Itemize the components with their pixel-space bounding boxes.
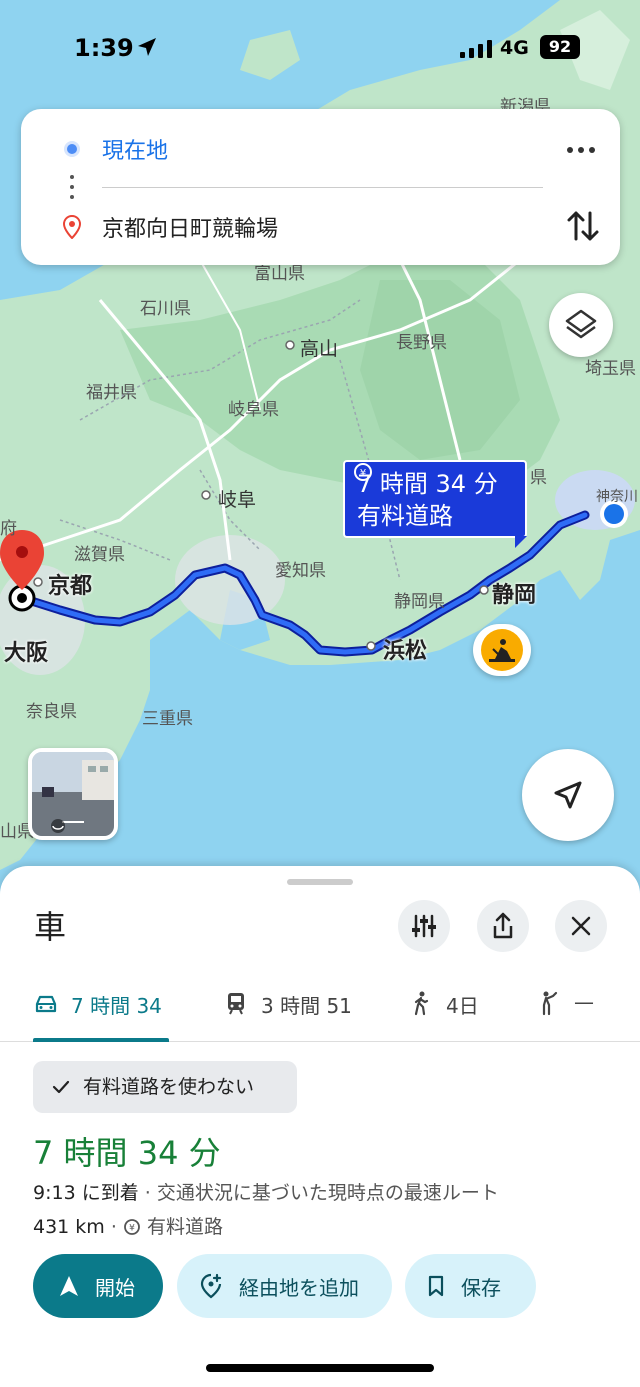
train-icon [228,993,244,1015]
car-icon [35,995,57,1013]
destination-field[interactable]: 京都向日町競輪場 [102,211,278,243]
travel-mode-tabs: 7 時間 34 3 時間 51 4日 — [0,976,640,1042]
share-icon [493,912,513,939]
save-button[interactable]: 保存 [405,1254,536,1318]
close-button[interactable] [555,900,607,952]
navigation-arrow-icon [554,781,582,809]
city-label-shizuoka: 静岡 [492,583,537,608]
save-label: 保存 [461,1275,501,1300]
map-label: 三重県 [142,709,193,729]
divider [102,187,543,188]
avoid-tolls-chip[interactable]: 有料道路を使わない [33,1061,297,1113]
callout-time: 7 時間 34 分 [357,470,498,498]
map-label: 福井県 [86,383,137,403]
my-location-button[interactable] [522,749,614,841]
bookmark-icon [428,1275,444,1297]
construction-icon [489,639,515,662]
check-icon [52,1080,70,1094]
signal-icon [460,40,492,58]
ride-icon [542,991,558,1016]
battery-indicator: 92 [540,35,580,59]
destination-pin-icon [63,215,81,239]
city-label-kyoto: 京都 [48,574,93,599]
toll-note: 有料道路 [147,1216,224,1238]
map-label: 長野県 [396,333,447,353]
distance-info: 431 km · ¥ 有料道路 [33,1216,224,1238]
active-tab-indicator [33,1038,169,1042]
map-label: 石川県 [140,299,191,319]
network-type: 4G [500,37,529,59]
add-stop-label: 経由地を追加 [239,1275,359,1300]
tab-ride[interactable]: — [536,976,594,1042]
share-button[interactable] [477,900,529,952]
map-label: 岐阜県 [228,400,279,420]
tab-walking-label: 4日 [446,994,479,1018]
vertical-dots-icon [70,175,74,205]
map-label: 府 [0,519,17,539]
route-distance: 431 km [33,1216,105,1238]
arrival-note: · 交通状況に基づいた現時点の最速ルート [138,1182,499,1204]
arrival-info: 9:13 に到着 · 交通状況に基づいた現時点の最速ルート [33,1178,499,1205]
directions-sheet: 車 7 時間 34 3 時間 51 4日 — 有料道路を使わない 7 時間 34… [0,866,640,1387]
map-label: 静岡県 [394,592,445,612]
tab-ride-label: — [574,990,594,1014]
close-icon [571,916,591,936]
sheet-drag-handle[interactable] [287,879,353,885]
layers-icon [565,309,597,339]
route-duration-callout[interactable]: 7 時間 34 分 有料道路 ¥ [343,460,527,548]
tab-driving-label: 7 時間 34 [71,994,162,1018]
start-button[interactable]: 開始 [33,1254,163,1318]
layers-button[interactable] [549,293,613,357]
map-label: 滋賀県 [74,545,125,565]
navigation-icon [60,1276,78,1296]
svg-text:¥: ¥ [129,1224,135,1234]
city-label-osaka: 大阪 [4,641,49,666]
toll-icon: ¥ [354,463,372,481]
swap-button[interactable] [565,207,601,245]
route-duration: 7 時間 34 分 [33,1134,221,1172]
add-location-icon [200,1273,222,1299]
map-label: 高山 [300,338,339,360]
city-label-hamamatsu: 浜松 [383,639,428,664]
status-time: 1:39 [74,34,134,62]
walk-icon [414,991,429,1016]
location-arrow-icon [138,38,156,56]
add-stop-button[interactable]: 経由地を追加 [177,1254,392,1318]
street-view-image [32,752,114,836]
origin-field[interactable]: 現在地 [102,133,168,165]
map-label: 県 [530,468,547,488]
tab-transit[interactable]: 3 時間 51 [223,976,352,1042]
map-label: 岐阜 [218,489,257,511]
arrival-time: 9:13 に到着 [33,1182,139,1204]
map-label: 奈良県 [26,702,77,722]
svg-text:¥: ¥ [360,468,366,479]
more-icon [567,147,573,153]
start-button-label: 開始 [95,1275,135,1300]
street-view-thumbnail[interactable] [28,748,118,840]
tab-walking[interactable]: 4日 [408,976,479,1042]
more-options-button[interactable] [561,131,601,167]
avoid-tolls-label: 有料道路を使わない [83,1076,255,1098]
callout-toll: 有料道路 [357,502,453,530]
tab-driving[interactable]: 7 時間 34 [33,976,162,1042]
route-options-button[interactable] [398,900,450,952]
construction-marker[interactable] [473,624,531,676]
sheet-title: 車 [34,908,67,946]
status-bar: 1:39 4G 92 [0,0,640,96]
tab-transit-label: 3 時間 51 [261,994,352,1018]
map-label: 愛知県 [275,561,326,581]
home-indicator [206,1364,434,1372]
route-inputs-card: 現在地 京都向日町競輪場 [21,109,620,265]
origin-dot-icon [64,141,80,157]
map-label: 埼玉県 [585,359,636,379]
map-label: 神奈川 [596,489,638,505]
sliders-icon [412,914,436,938]
toll-icon: ¥ [124,1219,140,1235]
